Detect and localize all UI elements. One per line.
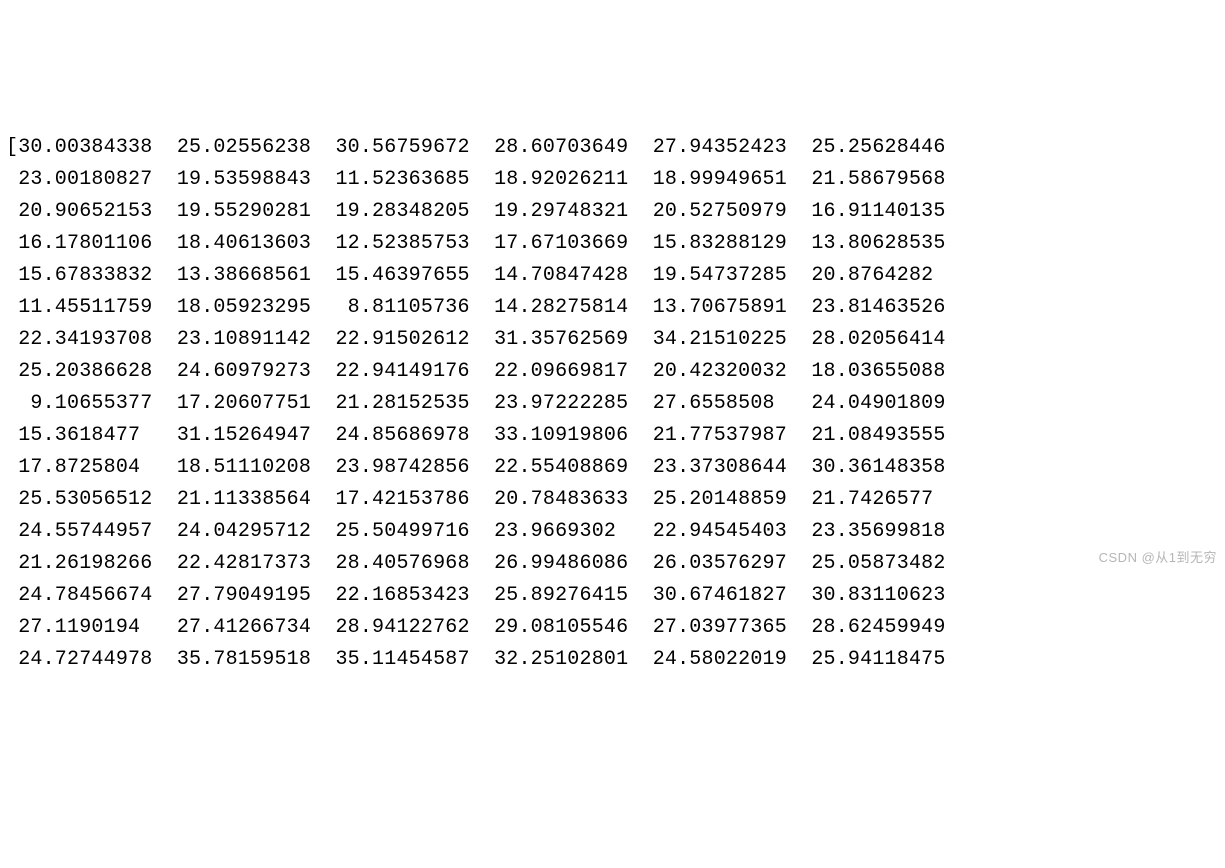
array-print-output: [30.00384338 25.02556238 30.56759672 28.… [6, 132, 1225, 676]
